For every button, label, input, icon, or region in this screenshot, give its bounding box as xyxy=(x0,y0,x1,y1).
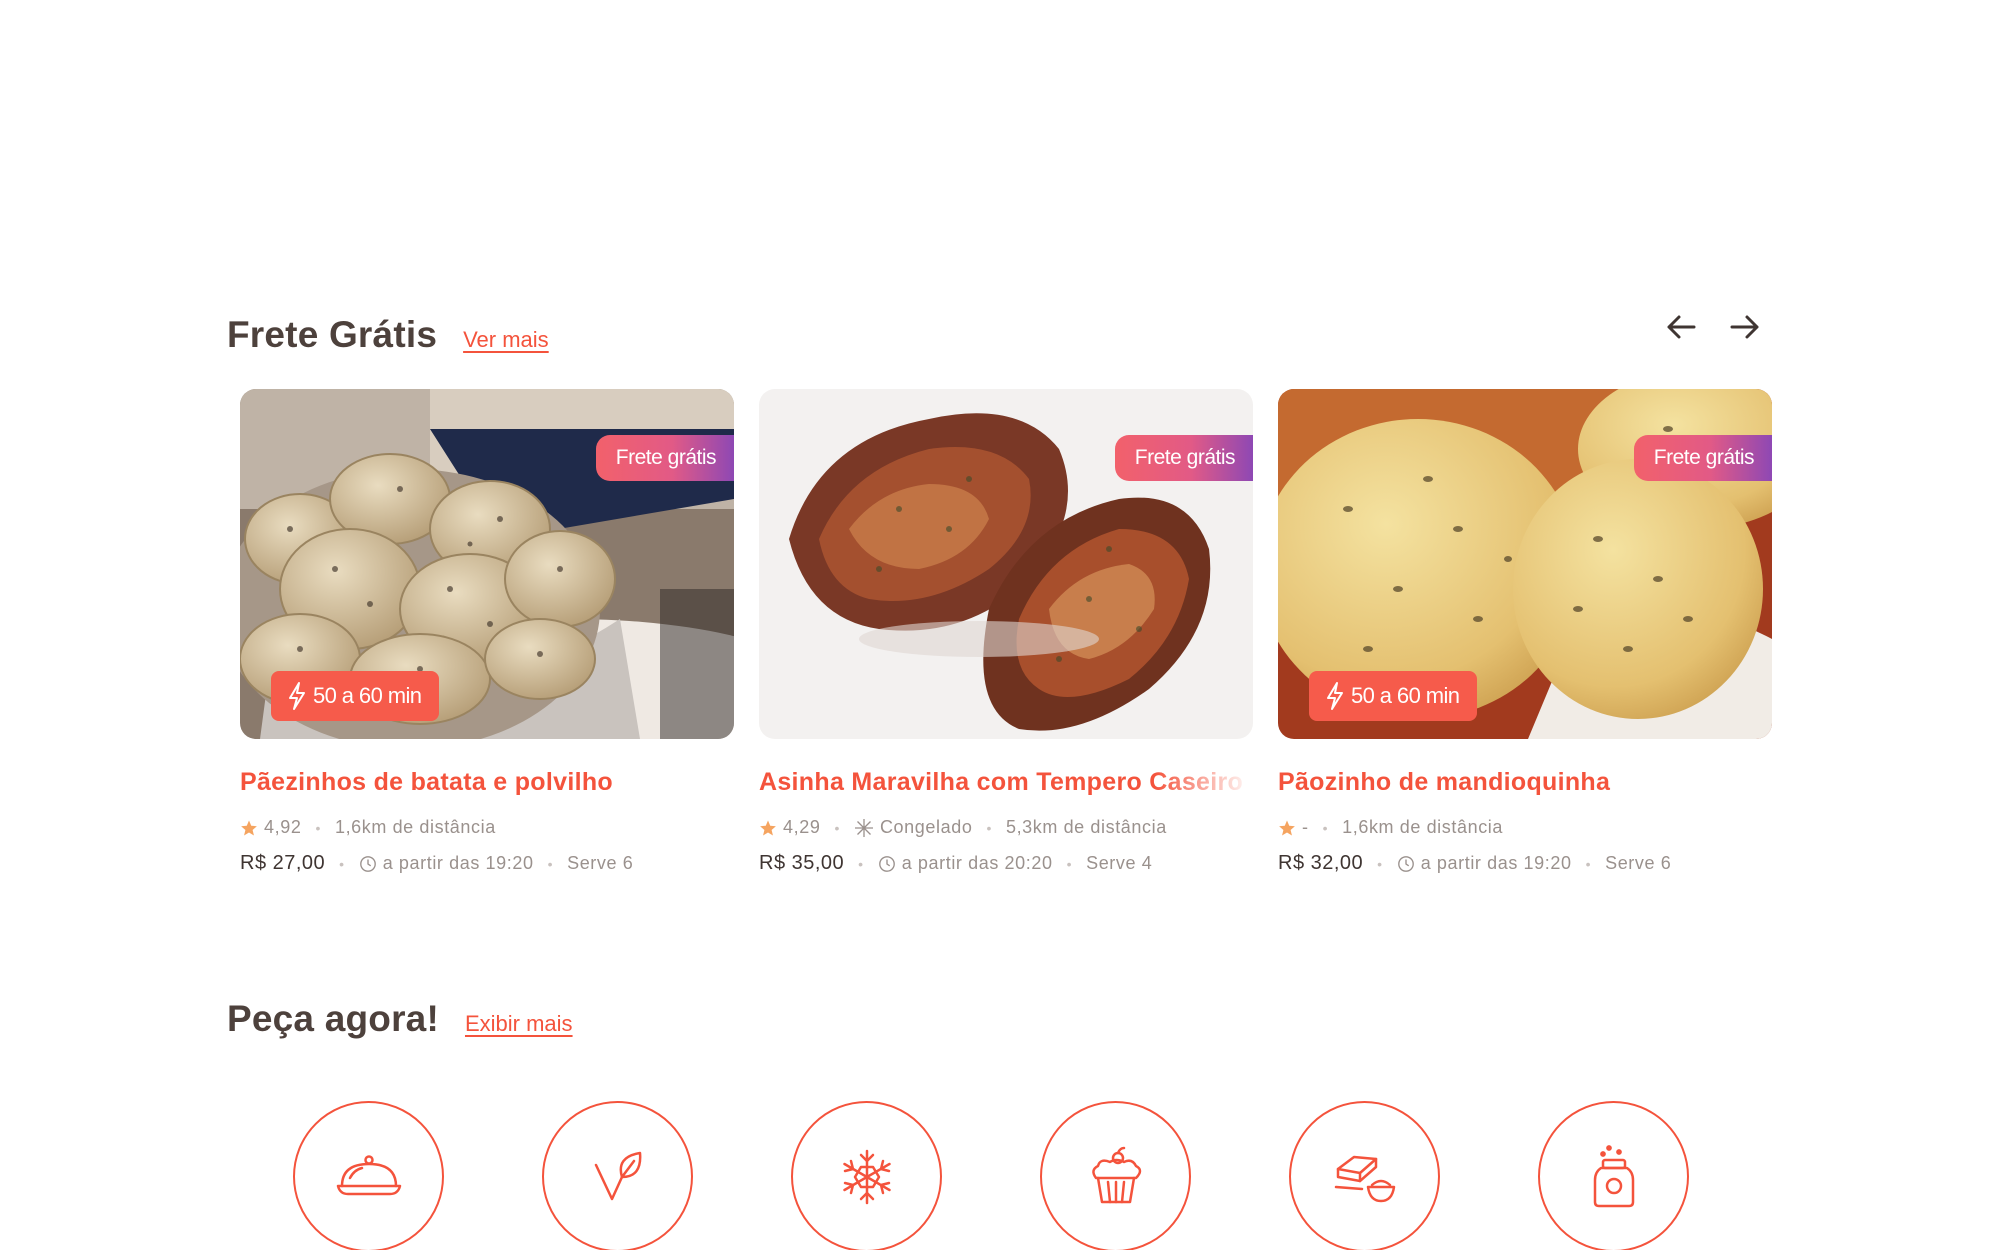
product-card[interactable]: Frete grátis Asinha Maravilha com Temper… xyxy=(759,389,1253,875)
delivery-time-text: 50 a 60 min xyxy=(313,683,422,708)
category-desserts[interactable] xyxy=(1040,1101,1191,1250)
ver-mais-link[interactable]: Ver mais xyxy=(463,327,549,353)
product-image[interactable]: Frete grátis xyxy=(759,389,1253,739)
price-text: R$ 35,00 xyxy=(759,852,845,874)
product-image[interactable]: Frete grátis 50 a 60 min xyxy=(1278,389,1772,739)
product-meta-row: 4,29 • Congelado • 5,3km de distância xyxy=(759,817,1253,838)
tofu-bowl-icon xyxy=(1334,1155,1395,1202)
product-meta-row: - • 1,6km de distância xyxy=(1278,817,1772,838)
section-title: Frete Grátis xyxy=(227,314,438,355)
peca-agora-header: Peça agora! Exibir mais xyxy=(227,998,573,1040)
delivery-time-text: 50 a 60 min xyxy=(1351,683,1460,708)
serves-text: Serve 4 xyxy=(1086,853,1153,873)
available-from-text: a partir das 19:20 xyxy=(1420,853,1572,873)
star-icon xyxy=(240,819,258,837)
section-title: Peça agora! xyxy=(227,998,439,1039)
product-card[interactable]: Frete grátis 50 a 60 min Pãezinhos de ba… xyxy=(240,389,734,875)
category-tofu[interactable] xyxy=(1289,1101,1440,1250)
delivery-time-badge: 50 a 60 min xyxy=(271,671,440,721)
star-icon xyxy=(759,819,777,837)
distance-text: 5,3km de distância xyxy=(1005,817,1167,837)
product-title[interactable]: Pãezinhos de batata e polvilho xyxy=(240,768,734,797)
carousel-controls xyxy=(1660,306,1766,348)
vegan-leaf-icon xyxy=(594,1151,641,1200)
clock-icon xyxy=(359,855,377,873)
clock-icon xyxy=(878,855,896,873)
snowflake-icon xyxy=(854,818,874,838)
lightning-icon xyxy=(289,682,305,710)
product-meta-row: R$ 27,00 • a partir das 19:20 • Serve 6 xyxy=(240,852,634,874)
frete-gratis-badge: Frete grátis xyxy=(1114,435,1253,481)
price-text: R$ 32,00 xyxy=(1278,852,1364,874)
previous-arrow-button[interactable] xyxy=(1660,306,1702,348)
category-vegan[interactable] xyxy=(542,1101,693,1250)
category-preserves[interactable] xyxy=(1538,1101,1689,1250)
frete-gratis-badge: Frete grátis xyxy=(1633,435,1772,481)
clock-icon xyxy=(1397,855,1415,873)
delivery-time-badge: 50 a 60 min xyxy=(1309,671,1478,721)
arrow-right-icon xyxy=(1730,315,1759,339)
available-from-text: a partir das 20:20 xyxy=(901,853,1053,873)
product-image[interactable]: Frete grátis 50 a 60 min xyxy=(240,389,734,739)
star-icon xyxy=(1278,819,1296,837)
category-meals[interactable] xyxy=(293,1101,444,1250)
price-text: R$ 27,00 xyxy=(240,852,326,874)
serves-text: Serve 6 xyxy=(1605,853,1672,873)
rating-value: 4,92 xyxy=(264,817,302,837)
product-title[interactable]: Pãozinho de mandioquinha xyxy=(1278,768,1772,797)
serves-text: Serve 6 xyxy=(567,853,634,873)
frozen-label: Congelado xyxy=(879,817,973,837)
arrow-left-icon xyxy=(1667,315,1696,339)
snowflake-icon xyxy=(842,1149,891,1204)
product-meta-row: 4,92 • 1,6km de distância xyxy=(240,817,734,838)
frete-gratis-header: Frete Grátis Ver mais xyxy=(227,314,549,356)
category-frozen[interactable] xyxy=(791,1101,942,1250)
rating-value: - xyxy=(1302,817,1309,837)
next-arrow-button[interactable] xyxy=(1724,306,1766,348)
frete-gratis-badge: Frete grátis xyxy=(595,435,734,481)
product-title[interactable]: Asinha Maravilha com Tempero Caseiro xyxy=(759,768,1253,797)
available-from-text: a partir das 19:20 xyxy=(382,853,534,873)
rating-value: 4,29 xyxy=(783,817,821,837)
product-meta-row: R$ 32,00 • a partir das 19:20 • Serve 6 xyxy=(1278,852,1672,874)
cloche-icon xyxy=(336,1154,401,1195)
product-meta-row: R$ 35,00 • a partir das 20:20 • Serve 4 xyxy=(759,852,1153,874)
lightning-icon xyxy=(1327,682,1343,710)
distance-text: 1,6km de distância xyxy=(1342,817,1504,837)
exibir-mais-link[interactable]: Exibir mais xyxy=(465,1011,573,1037)
product-card[interactable]: Frete grátis 50 a 60 min Pãozinho de man… xyxy=(1278,389,1772,875)
jar-icon xyxy=(1593,1144,1634,1207)
cupcake-icon xyxy=(1091,1146,1141,1203)
distance-text: 1,6km de distância xyxy=(334,817,496,837)
